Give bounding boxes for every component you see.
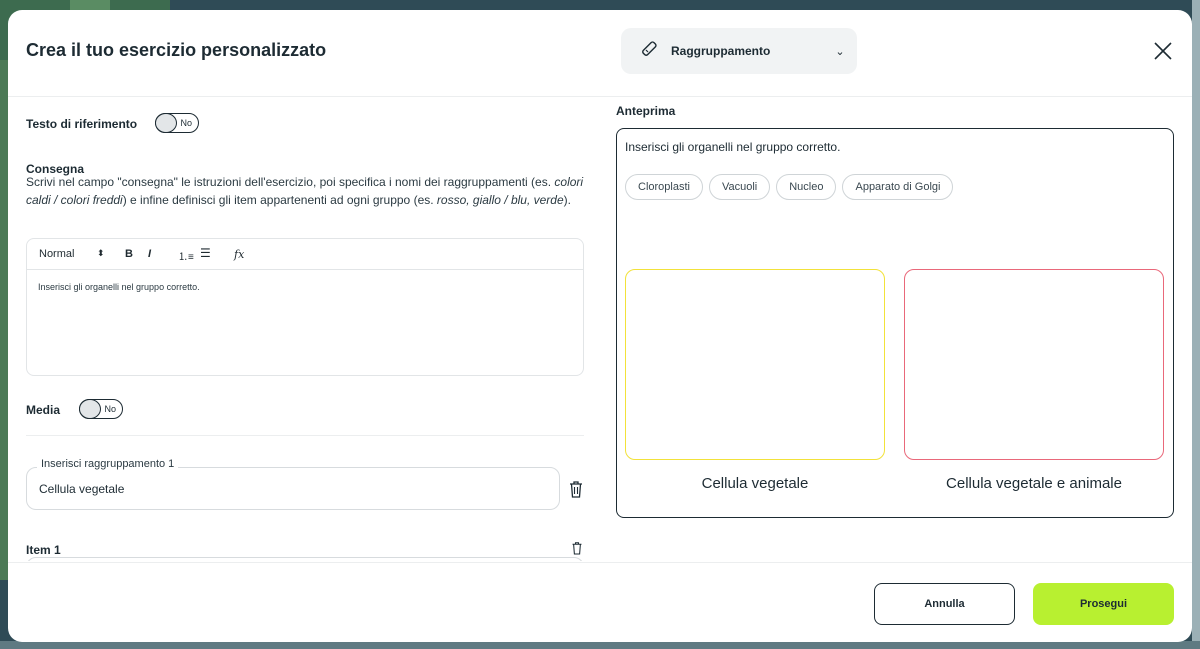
group-1-value: Cellula vegetale bbox=[39, 482, 125, 496]
group-name: Cellula vegetale e animale bbox=[946, 475, 1122, 492]
modal-header: Crea il tuo esercizio personalizzato Rag… bbox=[8, 10, 1192, 97]
close-icon[interactable] bbox=[1152, 40, 1174, 62]
group-drop-zone[interactable] bbox=[625, 269, 885, 460]
group-1-field-label: Inserisci raggruppamento 1 bbox=[37, 458, 179, 470]
italic-button[interactable]: I bbox=[148, 248, 151, 260]
bullet-list-icon[interactable]: ☰ bbox=[200, 246, 211, 260]
description-text: ). bbox=[563, 193, 571, 207]
group-name: Cellula vegetale bbox=[701, 475, 809, 492]
exercise-type-label: Raggruppamento bbox=[671, 44, 771, 58]
media-label: Media bbox=[26, 403, 61, 417]
formula-button[interactable]: fx bbox=[234, 248, 244, 261]
description-text: Scrivi nel campo "consegna" le istruzion… bbox=[26, 175, 555, 189]
format-select[interactable]: Normal bbox=[39, 248, 74, 260]
item-1-field[interactable] bbox=[26, 557, 584, 561]
chevron-down-icon: ⌄ bbox=[835, 45, 845, 58]
section-divider bbox=[26, 435, 584, 436]
format-select-arrow-icon: ⬍ bbox=[97, 248, 105, 258]
reference-text-toggle[interactable]: No bbox=[155, 113, 199, 133]
rich-text-editor: Normal ⬍ B I ⒈≡ ☰ fx Inserisci gli organ… bbox=[26, 238, 584, 376]
preview-panel: Anteprima Inserisci gli organelli nel gr… bbox=[608, 97, 1192, 561]
media-toggle[interactable]: No bbox=[79, 399, 123, 419]
item-1-label: Item 1 bbox=[26, 543, 61, 557]
group-1-field[interactable]: Inserisci raggruppamento 1 Cellula veget… bbox=[26, 458, 560, 510]
preview-chips: Cloroplasti Vacuoli Nucleo Apparato di G… bbox=[625, 174, 954, 200]
item-chip[interactable]: Apparato di Golgi bbox=[842, 174, 954, 200]
toggle-state: No bbox=[104, 404, 116, 414]
background-decoration bbox=[1192, 0, 1200, 649]
consegna-description: Scrivi nel campo "consegna" le istruzion… bbox=[26, 173, 586, 209]
description-example: rosso, giallo / blu, verde bbox=[436, 193, 564, 207]
editor-panel: Testo di riferimento No Consegna Scrivi … bbox=[8, 97, 598, 561]
background-decoration bbox=[0, 60, 8, 580]
create-exercise-modal: Crea il tuo esercizio personalizzato Rag… bbox=[8, 10, 1192, 642]
group-drop-zone[interactable] bbox=[904, 269, 1164, 460]
preview-label: Anteprima bbox=[616, 104, 676, 118]
cancel-button[interactable]: Annulla bbox=[874, 583, 1015, 625]
toggle-knob bbox=[155, 113, 177, 133]
delete-item-icon[interactable] bbox=[571, 541, 583, 555]
modal-footer: Annulla Prosegui bbox=[8, 562, 1192, 642]
item-chip[interactable]: Cloroplasti bbox=[625, 174, 703, 200]
preview-instruction: Inserisci gli organelli nel gruppo corre… bbox=[625, 140, 841, 154]
toggle-knob bbox=[79, 399, 101, 419]
ordered-list-icon[interactable]: ⒈≡ bbox=[178, 248, 194, 263]
next-button[interactable]: Prosegui bbox=[1033, 583, 1174, 625]
editor-toolbar: Normal ⬍ B I ⒈≡ ☰ fx bbox=[27, 239, 583, 270]
ruler-pencil-icon bbox=[639, 39, 659, 64]
item-chip[interactable]: Nucleo bbox=[776, 174, 837, 200]
reference-text-label: Testo di riferimento bbox=[26, 117, 138, 131]
item-chip[interactable]: Vacuoli bbox=[708, 174, 771, 200]
editor-content[interactable]: Inserisci gli organelli nel gruppo corre… bbox=[27, 270, 583, 304]
exercise-type-select[interactable]: Raggruppamento ⌄ bbox=[621, 28, 857, 74]
modal-title: Crea il tuo esercizio personalizzato bbox=[26, 40, 327, 60]
bold-button[interactable]: B bbox=[125, 248, 133, 260]
background-decoration bbox=[0, 641, 1200, 649]
toggle-state: No bbox=[180, 118, 192, 128]
description-text: ) e infine definisci gli item appartenen… bbox=[122, 193, 437, 207]
delete-group-icon[interactable] bbox=[568, 480, 584, 498]
preview-box: Inserisci gli organelli nel gruppo corre… bbox=[616, 128, 1174, 518]
